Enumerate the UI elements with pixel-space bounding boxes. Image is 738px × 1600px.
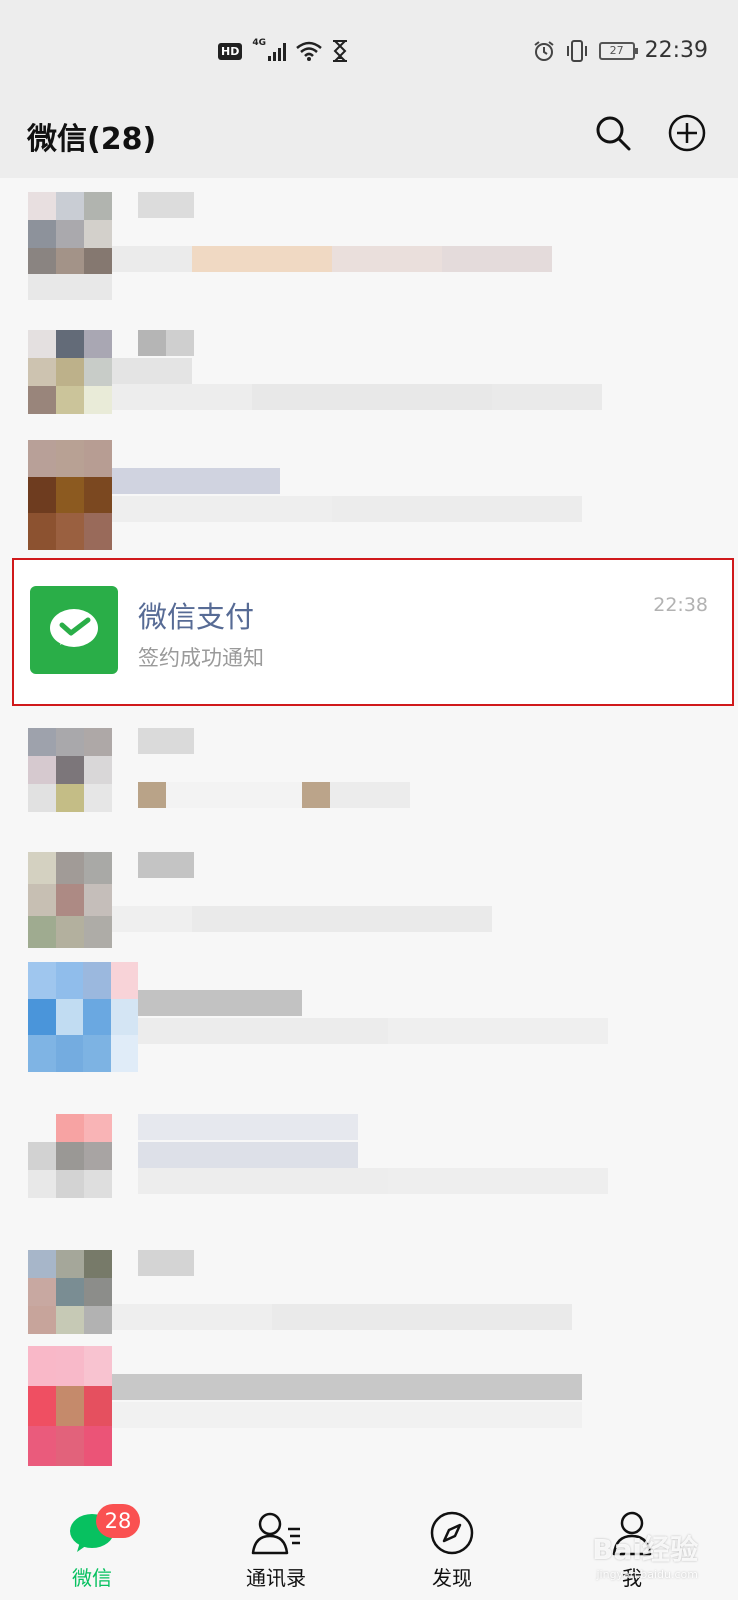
chat-row[interactable] xyxy=(0,1100,738,1238)
watermark-url: jingyan.baidu.com xyxy=(596,1568,698,1581)
blurred-message xyxy=(138,1018,608,1044)
chat-row[interactable] xyxy=(0,714,738,852)
battery-icon: 27 xyxy=(598,41,638,60)
chat-row[interactable] xyxy=(0,962,738,1100)
blurred-name xyxy=(138,1114,358,1140)
watermark-brand: Bai经验 xyxy=(592,1533,698,1566)
blurred-name xyxy=(138,1250,194,1276)
chat-name: 微信支付 xyxy=(138,600,255,634)
chat-row[interactable] xyxy=(0,316,738,454)
blurred-name xyxy=(138,990,302,1016)
avatar xyxy=(28,852,112,948)
status-bar: HD 4G 27 22:39 xyxy=(0,0,738,100)
battery-level: 27 xyxy=(609,43,624,57)
blurred-message xyxy=(112,1304,572,1330)
status-left-icons: HD 4G xyxy=(218,38,348,62)
avatar xyxy=(28,1114,112,1198)
search-button[interactable] xyxy=(590,110,636,156)
blurred-name xyxy=(138,728,194,754)
avatar xyxy=(28,192,112,276)
blurred-message xyxy=(112,496,582,522)
baidu-watermark: Bai经验 jingyan.baidu.com xyxy=(592,1528,698,1581)
chat-list[interactable]: 微信支付 签约成功通知 22:38 xyxy=(0,178,738,1490)
add-button[interactable] xyxy=(664,110,710,156)
tab-label: 通讯录 xyxy=(246,1566,306,1590)
tab-chats[interactable]: 微信 28 xyxy=(32,1504,152,1594)
alarm-icon xyxy=(533,40,554,61)
wifi-icon xyxy=(296,41,322,61)
chat-time: 22:38 xyxy=(653,594,708,616)
tab-label: 发现 xyxy=(432,1566,472,1590)
chat-row[interactable] xyxy=(0,1346,738,1484)
search-icon xyxy=(596,116,631,151)
blurred-message xyxy=(138,1168,608,1194)
tab-label: 微信 xyxy=(72,1566,112,1590)
contacts-icon xyxy=(251,1512,300,1555)
wechat-pay-avatar xyxy=(30,586,118,674)
chat-row[interactable] xyxy=(0,838,738,976)
blurred-message xyxy=(112,246,552,272)
avatar xyxy=(28,728,112,812)
status-right-icons: 27 22:39 xyxy=(533,38,708,63)
hourglass-icon xyxy=(333,40,347,62)
avatar xyxy=(28,1250,112,1334)
blurred-name xyxy=(112,1374,582,1400)
avatar xyxy=(28,330,112,414)
avatar xyxy=(28,440,112,550)
network-type: 4G xyxy=(252,38,266,48)
blurred-name xyxy=(138,852,194,878)
chat-row-wechat-pay[interactable]: 微信支付 签约成功通知 22:38 xyxy=(12,558,734,706)
app-header: 微信(28) xyxy=(0,100,738,178)
page-title: 微信(28) xyxy=(27,122,157,157)
blurred-message xyxy=(112,1402,582,1428)
signal-icon xyxy=(268,41,286,61)
status-time: 22:39 xyxy=(644,38,708,63)
hd-badge: HD xyxy=(218,42,243,60)
wechat-pay-icon xyxy=(50,609,98,647)
compass-icon xyxy=(430,1511,474,1555)
vibrate-icon xyxy=(566,39,587,62)
blurred-name xyxy=(138,192,194,218)
chat-row[interactable] xyxy=(0,178,738,316)
chat-last-message: 签约成功通知 xyxy=(138,646,264,670)
blurred-name xyxy=(138,330,194,356)
tab-discover[interactable]: 发现 xyxy=(392,1510,512,1594)
add-circle-icon xyxy=(668,114,706,152)
blurred-message xyxy=(112,384,602,410)
blurred-name xyxy=(112,468,280,494)
blurred-message xyxy=(138,782,410,808)
unread-badge: 28 xyxy=(96,1504,140,1538)
blurred-message xyxy=(112,906,492,932)
avatar xyxy=(28,962,138,1072)
avatar xyxy=(28,1346,112,1466)
tab-contacts[interactable]: 通讯录 xyxy=(216,1510,336,1594)
